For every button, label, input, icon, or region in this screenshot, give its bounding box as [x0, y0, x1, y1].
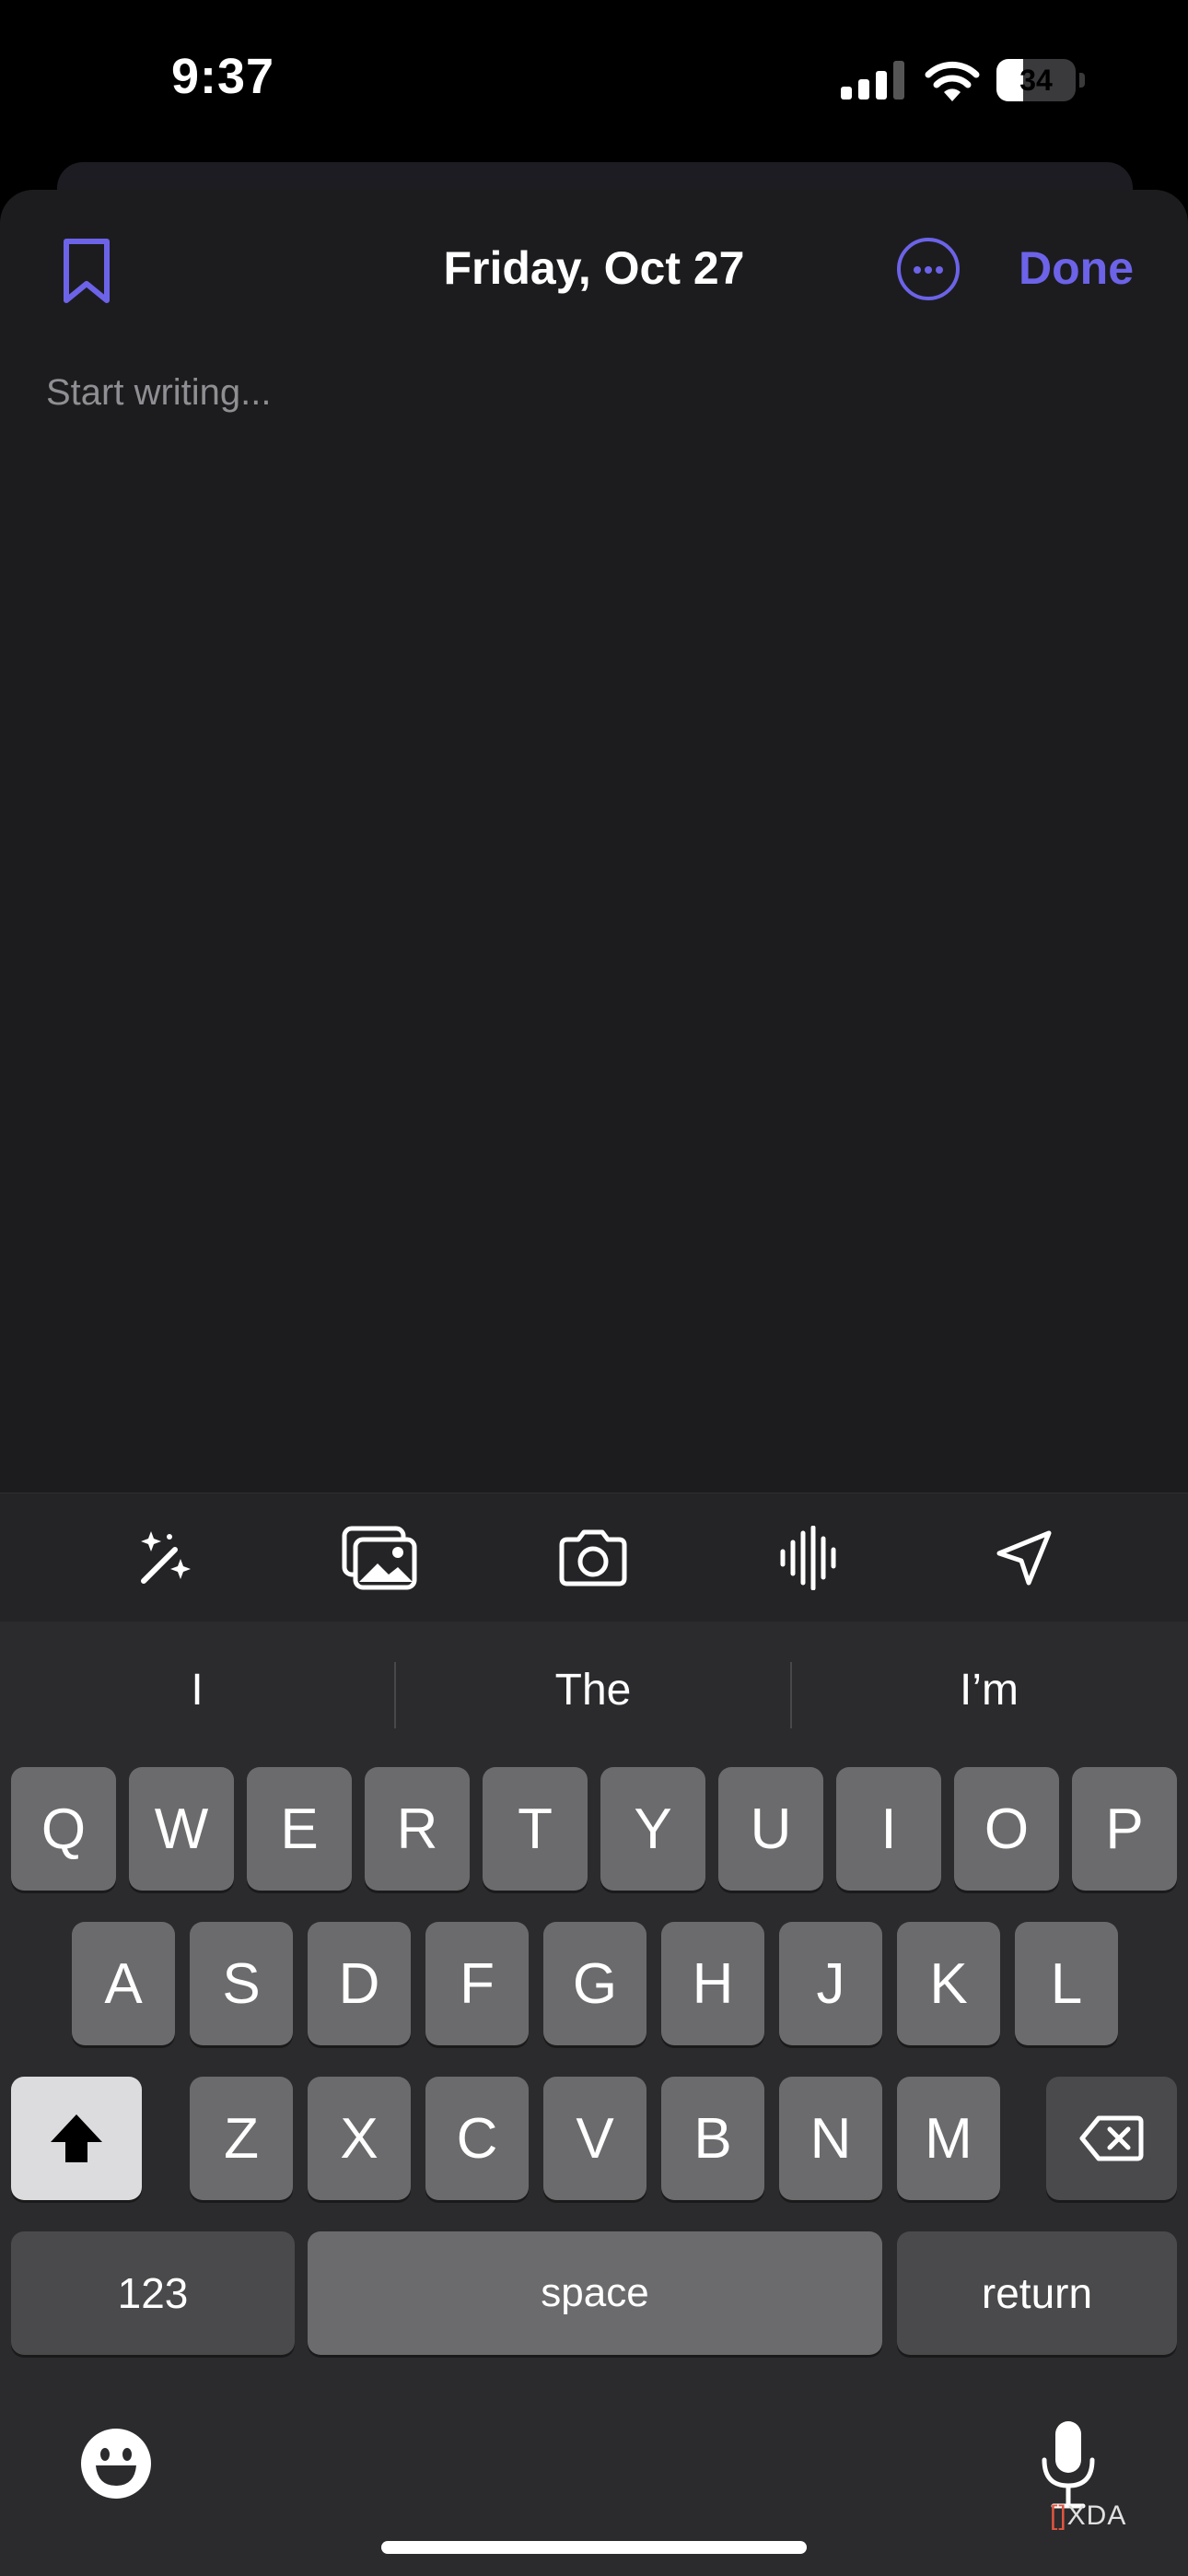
key-k[interactable]: K — [897, 1922, 1000, 2045]
space-key[interactable]: space — [308, 2231, 882, 2355]
numbers-key[interactable]: 123 — [11, 2231, 295, 2355]
backspace-icon — [1079, 2115, 1144, 2161]
suggestion-bar: I The I’m — [0, 1622, 1188, 1760]
status-bar: 9:37 34 — [0, 0, 1188, 161]
audio-waveform-icon[interactable] — [772, 1521, 845, 1595]
entry-date-title: Friday, Oct 27 — [443, 242, 745, 294]
key-p[interactable]: P — [1072, 1767, 1177, 1891]
key-a[interactable]: A — [72, 1922, 175, 2045]
key-o[interactable]: O — [954, 1767, 1059, 1891]
emoji-icon[interactable] — [79, 2427, 153, 2500]
xda-logo-text: XDA — [1066, 2500, 1127, 2531]
key-b[interactable]: B — [661, 2077, 764, 2200]
wifi-icon — [925, 61, 980, 101]
key-h[interactable]: H — [661, 1922, 764, 2045]
key-c[interactable]: C — [425, 2077, 529, 2200]
key-n[interactable]: N — [779, 2077, 882, 2200]
journal-entry-sheet: Friday, Oct 27 Done — [0, 190, 1188, 1493]
done-button[interactable]: Done — [1019, 241, 1134, 295]
xda-watermark: []XDA — [1050, 2500, 1126, 2532]
key-i[interactable]: I — [836, 1767, 941, 1891]
shift-arrow-icon — [51, 2114, 102, 2162]
shift-key[interactable] — [11, 2077, 142, 2200]
suggestion-item[interactable]: I’m — [792, 1622, 1186, 1760]
keyboard: I The I’m Q W E R T Y U I O P A S D F G … — [0, 1622, 1188, 2576]
key-d[interactable]: D — [308, 1922, 411, 2045]
key-j[interactable]: J — [779, 1922, 882, 2045]
journal-text-input[interactable] — [44, 370, 1144, 1434]
entry-toolbar — [0, 1493, 1188, 1622]
battery-percent: 34 — [1019, 64, 1053, 97]
status-time: 9:37 — [171, 49, 275, 104]
key-w[interactable]: W — [129, 1767, 234, 1891]
key-y[interactable]: Y — [600, 1767, 705, 1891]
key-m[interactable]: M — [897, 2077, 1000, 2200]
key-l[interactable]: L — [1015, 1922, 1118, 2045]
xda-logo-bracket: [] — [1050, 2500, 1067, 2531]
magic-wand-icon[interactable] — [128, 1521, 202, 1595]
suggestion-item[interactable]: I — [0, 1622, 394, 1760]
cellular-signal-icon — [841, 61, 904, 100]
key-u[interactable]: U — [718, 1767, 823, 1891]
delete-key[interactable] — [1046, 2077, 1177, 2200]
microphone-icon[interactable] — [1039, 2419, 1098, 2512]
location-arrow-icon[interactable] — [987, 1521, 1061, 1595]
camera-icon[interactable] — [556, 1521, 630, 1595]
key-f[interactable]: F — [425, 1922, 529, 2045]
key-z[interactable]: Z — [190, 2077, 293, 2200]
suggestion-item[interactable]: The — [396, 1622, 790, 1760]
key-q[interactable]: Q — [11, 1767, 116, 1891]
key-r[interactable]: R — [365, 1767, 470, 1891]
key-s[interactable]: S — [190, 1922, 293, 2045]
photo-library-icon[interactable] — [339, 1521, 422, 1595]
key-v[interactable]: V — [543, 2077, 646, 2200]
key-x[interactable]: X — [308, 2077, 411, 2200]
return-key[interactable]: return — [897, 2231, 1177, 2355]
home-indicator[interactable] — [381, 2541, 807, 2554]
key-e[interactable]: E — [247, 1767, 352, 1891]
more-options-icon[interactable] — [897, 238, 960, 300]
key-t[interactable]: T — [483, 1767, 588, 1891]
battery-indicator: 34 — [996, 59, 1085, 101]
key-g[interactable]: G — [543, 1922, 646, 2045]
